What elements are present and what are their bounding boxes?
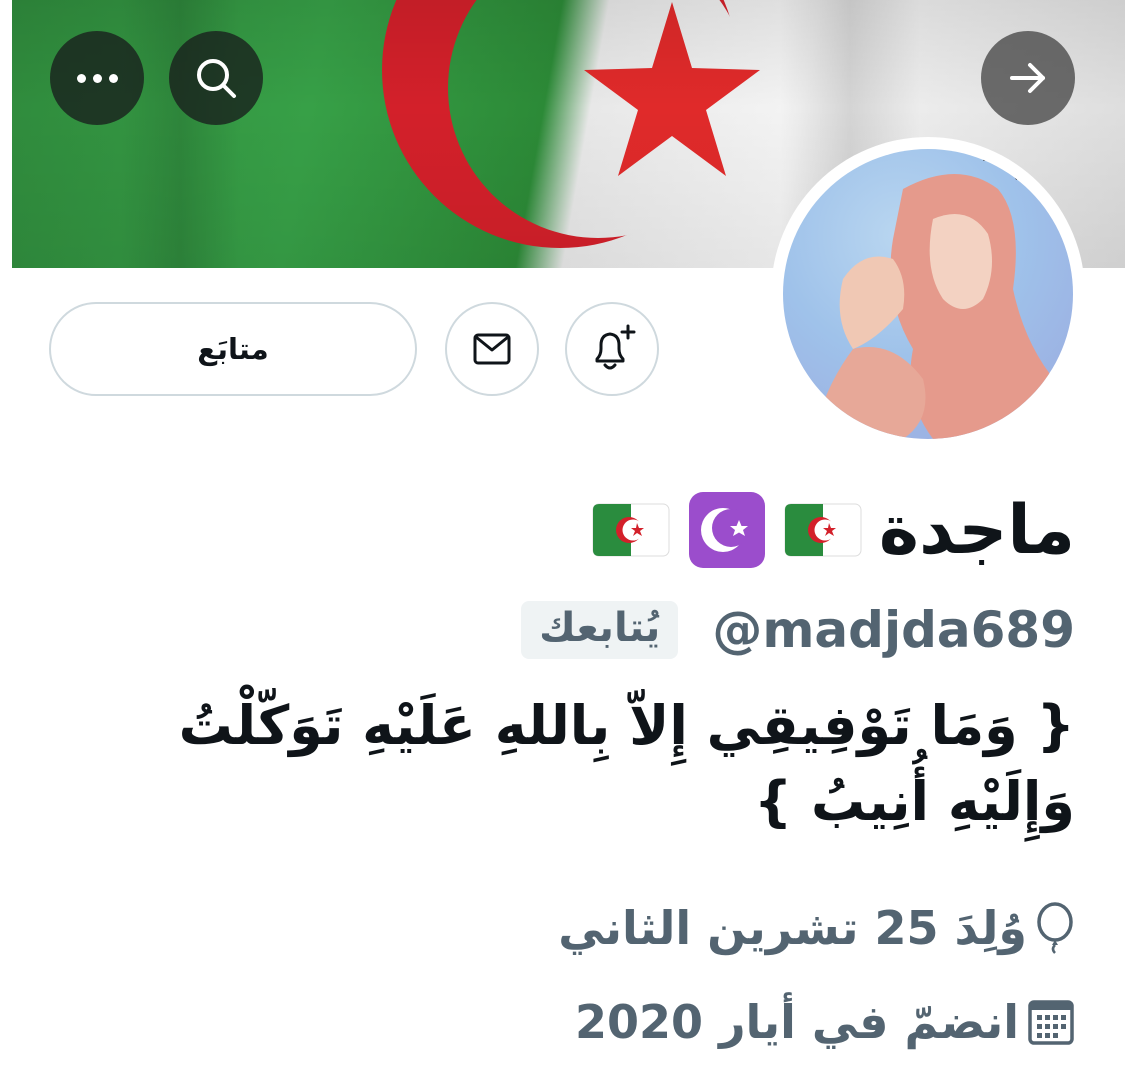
birthday-text: وُلِدَ 25 تشرين الثاني xyxy=(558,901,1027,955)
joined-row: انضمّ في أيار 2020 xyxy=(575,982,1075,1062)
bell-plus-icon xyxy=(595,324,636,370)
search-button[interactable] xyxy=(169,31,263,125)
following-button[interactable]: متابَع xyxy=(49,302,417,396)
algeria-flag-emoji-icon xyxy=(592,503,670,557)
mail-icon xyxy=(473,333,511,365)
avatar-photo xyxy=(783,149,1073,439)
calendar-icon xyxy=(1028,1000,1074,1045)
more-horizontal-icon xyxy=(76,73,118,83)
notifications-button[interactable] xyxy=(565,302,659,396)
back-button[interactable] xyxy=(981,31,1075,125)
message-button[interactable] xyxy=(445,302,539,396)
birthday-row: وُلِدَ 25 تشرين الثاني xyxy=(558,888,1075,968)
search-icon xyxy=(197,59,236,98)
star-crescent-emoji-icon xyxy=(688,492,765,568)
handle-row: @madjda689 يُتابعك xyxy=(521,590,1075,670)
profile-name-row: ماجدة xyxy=(591,480,1075,580)
profile-bio: { وَمَا تَوْفِيقِي إِلاّ بِاللهِ عَلَيْه… xyxy=(178,694,1075,833)
follows-you-badge: يُتابعك xyxy=(521,601,679,659)
balloon-icon xyxy=(1037,902,1073,954)
display-name: ماجدة xyxy=(878,490,1075,570)
following-button-label: متابَع xyxy=(197,332,269,366)
profile-handle: @madjda689 xyxy=(712,601,1075,659)
more-button[interactable] xyxy=(50,31,144,125)
algeria-flag-emoji-icon xyxy=(784,503,862,557)
profile-avatar[interactable] xyxy=(771,137,1085,451)
arrow-right-icon xyxy=(1010,63,1045,93)
joined-text: انضمّ في أيار 2020 xyxy=(575,995,1019,1049)
